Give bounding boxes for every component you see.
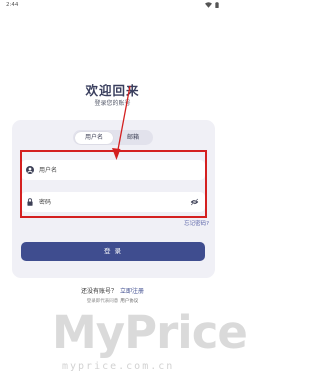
tab-email[interactable]: 邮箱 (115, 132, 151, 144)
page-subtitle: 登录您的账号 (94, 100, 131, 107)
forgot-password-link[interactable]: 忘记密码? (184, 219, 209, 227)
watermark-url: myprice.com.cn (62, 361, 175, 372)
login-tabs: 用户名 邮箱 (73, 130, 153, 145)
visibility-off-icon[interactable] (190, 198, 199, 206)
password-field[interactable] (21, 192, 205, 212)
watermark-logo: MyPrice (52, 306, 248, 359)
password-input[interactable] (39, 192, 189, 212)
register-row: 还没有账号？ 立即注册 (0, 286, 225, 295)
user-icon (26, 166, 34, 174)
lock-icon (27, 198, 33, 206)
status-bar: 2:44 (0, 0, 225, 12)
status-time: 2:44 (6, 2, 19, 8)
wifi-icon (205, 2, 212, 8)
agreement-prefix: 登录即代表同意 (86, 299, 119, 304)
user-agreement-link[interactable]: 用户协议 (120, 299, 138, 304)
status-icons (205, 2, 219, 8)
login-button[interactable]: 登 录 (21, 242, 205, 261)
battery-icon (215, 2, 219, 8)
no-account-text: 还没有账号？ (80, 288, 117, 295)
page-title: 欢迎回来 (85, 83, 140, 98)
username-input[interactable] (39, 160, 189, 180)
agreement-row: 登录即代表同意 用户协议 (0, 298, 225, 304)
username-field[interactable] (21, 160, 205, 180)
register-link[interactable]: 立即注册 (120, 288, 144, 295)
tab-username[interactable]: 用户名 (75, 131, 113, 144)
